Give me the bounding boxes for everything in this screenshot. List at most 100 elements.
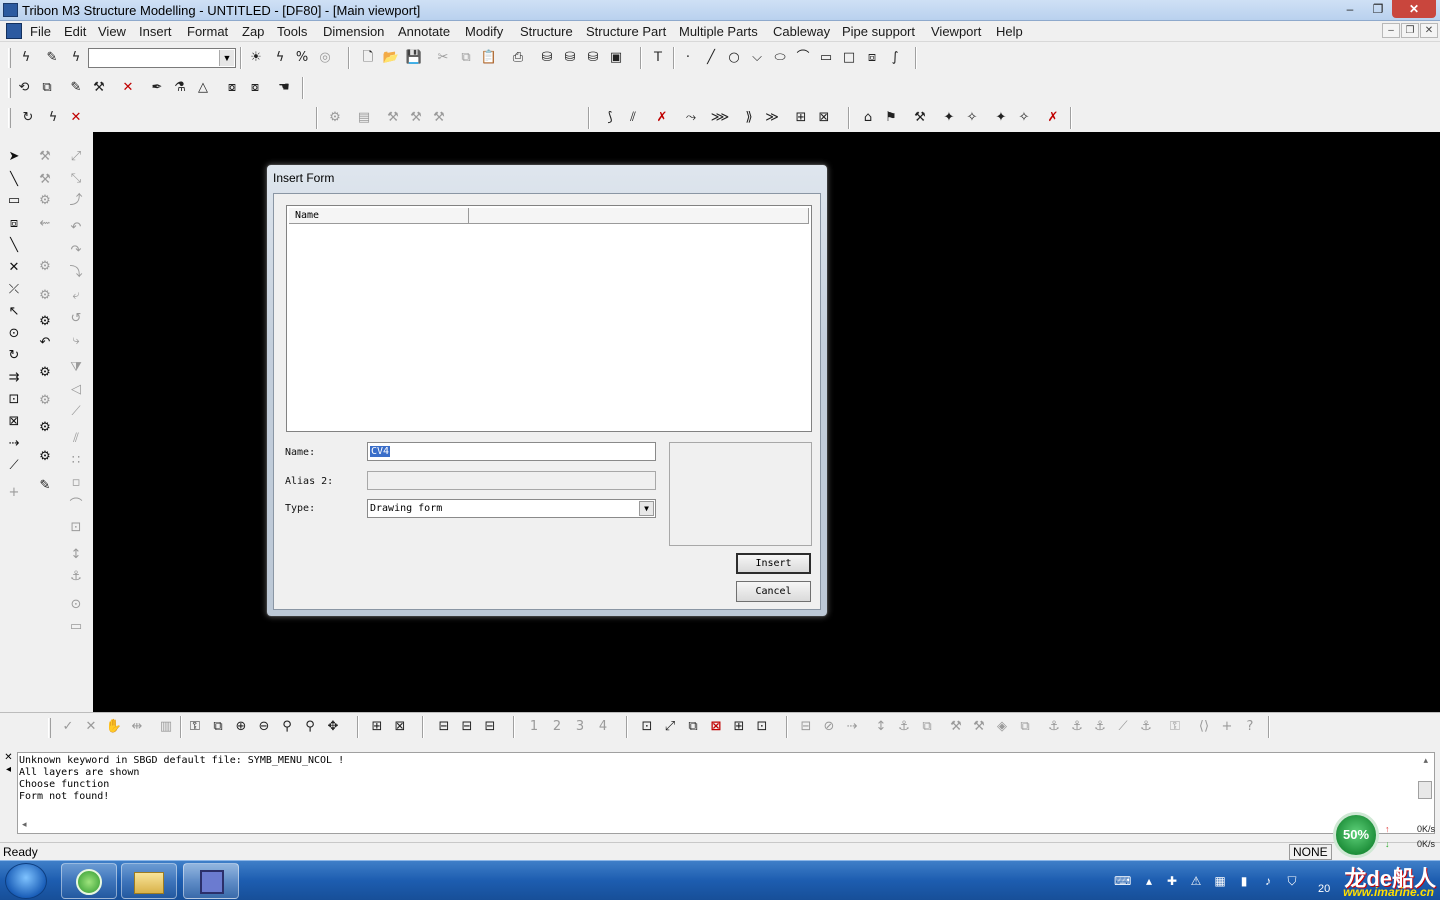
modify-l-icon[interactable]: ⚙ bbox=[34, 446, 56, 468]
anchor-a-icon[interactable]: ⚓ bbox=[1044, 717, 1064, 737]
part-copy-disabled-icon[interactable]: ⚒ bbox=[429, 108, 449, 128]
taskbar-ie-button[interactable] bbox=[61, 863, 117, 899]
refresh-icon[interactable]: ↻ bbox=[18, 108, 38, 128]
shield-icon[interactable]: ⛉ bbox=[1284, 873, 1300, 889]
modify-a-icon[interactable]: ⚒ bbox=[34, 146, 56, 168]
lightning-percent-icon[interactable]: % bbox=[292, 48, 312, 68]
view-c-icon[interactable]: ⧉ bbox=[683, 717, 703, 737]
panel-icon[interactable]: ▭ bbox=[65, 616, 87, 638]
struct-k-icon[interactable]: ⚒ bbox=[910, 108, 930, 128]
shape-icon[interactable]: ⚗ bbox=[170, 78, 190, 98]
struct-a-icon[interactable]: ⟆ bbox=[600, 108, 620, 128]
view-delete-icon[interactable]: ⊠ bbox=[706, 717, 726, 737]
copy-icon[interactable]: ⧉ bbox=[456, 48, 476, 68]
move-icon[interactable]: ⇉ bbox=[3, 367, 25, 389]
insert-point-icon[interactable]: ⊡ bbox=[65, 517, 87, 539]
part-edit-disabled-icon[interactable]: ⚒ bbox=[383, 108, 403, 128]
viewport-2-button[interactable]: 2 bbox=[547, 717, 567, 737]
cut-icon[interactable]: ✂ bbox=[433, 48, 453, 68]
anchor-d-icon[interactable]: ⟋ bbox=[1113, 717, 1133, 737]
zoom-window-icon[interactable]: ⧉ bbox=[208, 717, 228, 737]
volume-icon[interactable]: ♪ bbox=[1260, 873, 1276, 889]
struct-j-icon[interactable]: ⚑ bbox=[881, 108, 901, 128]
frame-icon[interactable]: ⊡ bbox=[3, 389, 25, 411]
taskbar-tribon-button[interactable] bbox=[183, 863, 239, 899]
cross-icon[interactable]: ✕ bbox=[3, 257, 25, 279]
clock[interactable]: 20 bbox=[1318, 883, 1330, 895]
toolbar-grip[interactable] bbox=[48, 718, 51, 738]
transform-i-icon[interactable]: ⤷ bbox=[65, 330, 87, 352]
snap-i-icon[interactable]: ◈ bbox=[992, 717, 1012, 737]
tray-app-icon[interactable]: ✚ bbox=[1164, 873, 1180, 889]
arc-icon[interactable]: ⌒ bbox=[793, 48, 813, 68]
toolbar-grip[interactable] bbox=[8, 48, 11, 68]
zoom-extent-icon[interactable]: ⚲ bbox=[277, 717, 297, 737]
menu-cableway[interactable]: Cableway bbox=[773, 24, 830, 39]
layer-b-icon[interactable]: ⊟ bbox=[457, 717, 477, 737]
menu-viewport[interactable]: Viewport bbox=[931, 24, 981, 39]
struct-remove-icon[interactable]: ✗ bbox=[1043, 108, 1063, 128]
struct-e-icon[interactable]: ⟫ bbox=[739, 108, 759, 128]
struct-f-icon[interactable]: ≫ bbox=[762, 108, 782, 128]
form-list[interactable]: Name bbox=[286, 205, 812, 432]
snap-b-icon[interactable]: ⊘ bbox=[819, 717, 839, 737]
snap-d-icon[interactable]: ↕ bbox=[871, 717, 891, 737]
triangle-icon[interactable]: △ bbox=[193, 78, 213, 98]
tray-device-icon[interactable]: ▦ bbox=[1212, 873, 1228, 889]
model-tool-icon[interactable]: ⚒ bbox=[89, 78, 109, 98]
column-header-2[interactable] bbox=[469, 208, 809, 224]
hatch-icon[interactable]: ⫽ bbox=[65, 428, 87, 450]
node-select-icon[interactable]: ↖ bbox=[3, 301, 25, 323]
dots-icon[interactable]: ∷ bbox=[65, 450, 87, 472]
line-icon[interactable]: ╱ bbox=[701, 48, 721, 68]
menu-structure[interactable]: Structure bbox=[520, 24, 573, 39]
menu-insert[interactable]: Insert bbox=[139, 24, 172, 39]
pan-icon[interactable]: ✥ bbox=[323, 717, 343, 737]
start-button[interactable] bbox=[5, 863, 47, 899]
component-group-icon[interactable]: ⧇ bbox=[245, 78, 265, 98]
transform-h-icon[interactable]: ↺ bbox=[65, 308, 87, 330]
toolbar-grip[interactable] bbox=[8, 78, 11, 98]
minimize-button[interactable]: – bbox=[1335, 0, 1365, 18]
menu-modify[interactable]: Modify bbox=[465, 24, 503, 39]
mirror-icon[interactable]: ⧩ bbox=[65, 357, 87, 379]
node-edit-icon[interactable]: ⤫ bbox=[3, 279, 25, 301]
menu-structure-part[interactable]: Structure Part bbox=[586, 24, 666, 39]
modify-d-icon[interactable]: ⇜ bbox=[34, 213, 56, 235]
menu-edit[interactable]: Edit bbox=[64, 24, 86, 39]
struct-m-icon[interactable]: ✧ bbox=[962, 108, 982, 128]
snap-j-icon[interactable]: ⧉ bbox=[1015, 717, 1035, 737]
text-tool-icon[interactable]: Ｔ bbox=[648, 48, 668, 68]
chevron-down-icon[interactable]: ▼ bbox=[639, 501, 654, 516]
struct-o-icon[interactable]: ✧ bbox=[1014, 108, 1034, 128]
lightning-icon[interactable]: ϟ bbox=[16, 48, 36, 68]
snap-e-icon[interactable]: ⚓ bbox=[894, 717, 914, 737]
spline-icon[interactable]: ∫ bbox=[885, 48, 905, 68]
zoom-out-icon[interactable]: ⊖ bbox=[254, 717, 274, 737]
select-arrow-icon[interactable]: ➤ bbox=[3, 146, 25, 168]
model-list-icon[interactable]: ⧉ bbox=[37, 78, 57, 98]
view-e-icon[interactable]: ⊡ bbox=[752, 717, 772, 737]
circle-center-icon[interactable]: ⊙ bbox=[3, 323, 25, 345]
model-edit-icon[interactable]: ✎ bbox=[66, 78, 86, 98]
struct-d-icon[interactable]: ⋙ bbox=[710, 108, 730, 128]
recycle-icon[interactable]: ◎ bbox=[315, 48, 335, 68]
view-d-icon[interactable]: ⊞ bbox=[729, 717, 749, 737]
struct-c-icon[interactable]: ⤳ bbox=[681, 108, 701, 128]
struct-l-icon[interactable]: ✦ bbox=[939, 108, 959, 128]
close-icon[interactable]: ✕ bbox=[3, 753, 14, 764]
scroll-left-icon[interactable]: ◂ bbox=[22, 819, 27, 830]
text-box-icon[interactable]: ▭ bbox=[3, 190, 25, 212]
dimension-icon[interactable]: ⇢ bbox=[3, 433, 25, 455]
viewport-fit-icon[interactable]: ⊠ bbox=[390, 717, 410, 737]
snap-a-icon[interactable]: ⊟ bbox=[796, 717, 816, 737]
document-icon[interactable] bbox=[6, 23, 22, 39]
annotate-add-icon[interactable]: + bbox=[1217, 717, 1237, 737]
add-annotation-icon[interactable]: + bbox=[3, 482, 25, 504]
info-panel-icon[interactable]: ▣ bbox=[606, 48, 626, 68]
menu-multiple-parts[interactable]: Multiple Parts bbox=[679, 24, 758, 39]
target-icon[interactable]: ⊙ bbox=[65, 594, 87, 616]
part-list-disabled-icon[interactable]: ▤ bbox=[354, 108, 374, 128]
component-icon[interactable]: ⧇ bbox=[222, 78, 242, 98]
snap-f-icon[interactable]: ⧉ bbox=[917, 717, 937, 737]
